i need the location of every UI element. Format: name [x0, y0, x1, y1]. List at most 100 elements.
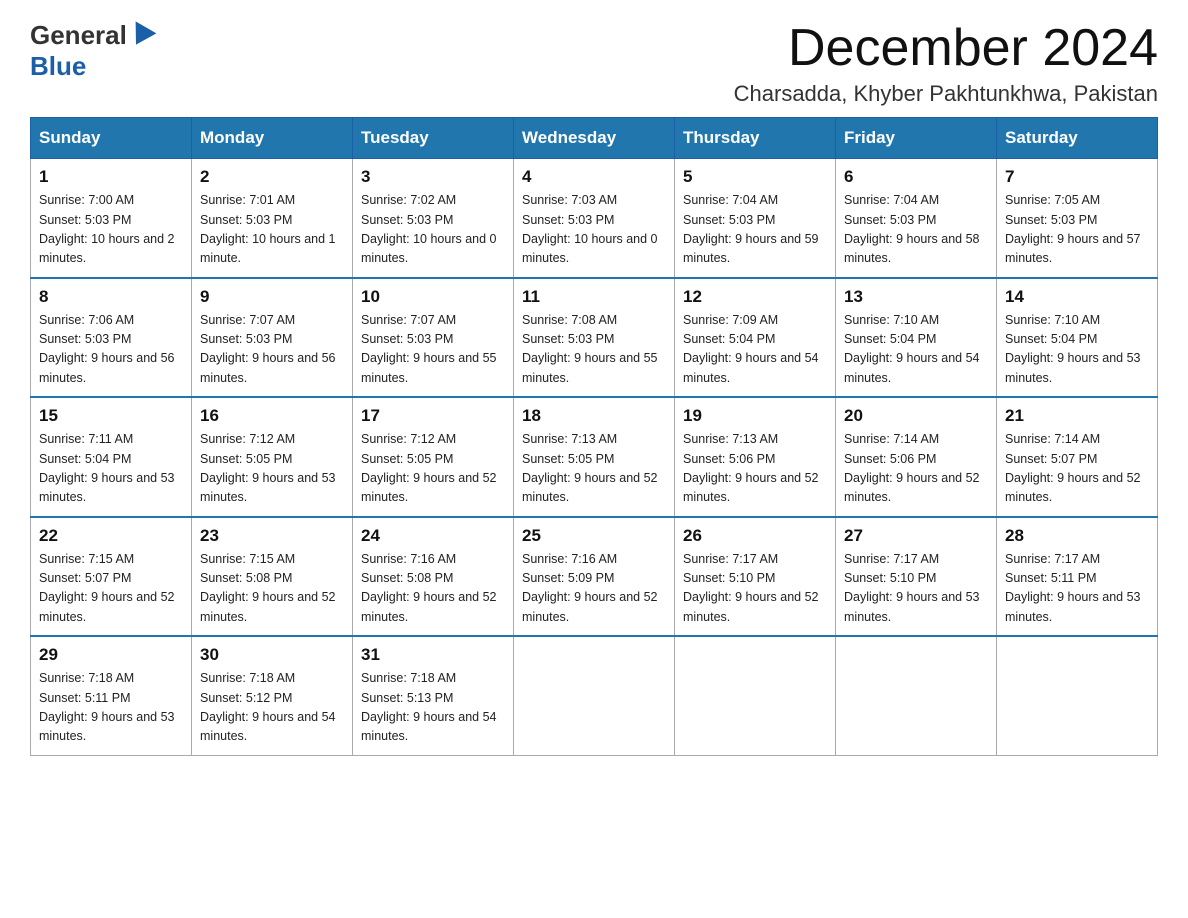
day-number: 27 — [844, 526, 988, 546]
calendar-cell: 18Sunrise: 7:13 AMSunset: 5:05 PMDayligh… — [514, 397, 675, 517]
calendar-week-row: 22 Sunrise: 7:15 AMSunset: 5:07 PMDayligh… — [31, 517, 1158, 637]
calendar-cell: 9 Sunrise: 7:07 AMSunset: 5:03 PMDaylight… — [192, 278, 353, 398]
day-info: Sunrise: 7:15 AMSunset: 5:07 PMDaylight:… — [39, 550, 183, 628]
calendar-cell: 8 Sunrise: 7:06 AMSunset: 5:03 PMDaylight… — [31, 278, 192, 398]
day-info: Sunrise: 7:02 AMSunset: 5:03 PMDaylight:… — [361, 191, 505, 269]
calendar-cell: 11 Sunrise: 7:08 AMSunset: 5:03 PMDayligh… — [514, 278, 675, 398]
calendar-cell: 14 Sunrise: 7:10 AMSunset: 5:04 PMDayligh… — [997, 278, 1158, 398]
calendar-cell: 10Sunrise: 7:07 AMSunset: 5:03 PMDayligh… — [353, 278, 514, 398]
calendar-week-row: 29Sunrise: 7:18 AMSunset: 5:11 PMDayligh… — [31, 636, 1158, 755]
calendar-week-row: 15 Sunrise: 7:11 AMSunset: 5:04 PMDayligh… — [31, 397, 1158, 517]
calendar-cell: 28 Sunrise: 7:17 AMSunset: 5:11 PMDayligh… — [997, 517, 1158, 637]
day-info: Sunrise: 7:10 AMSunset: 5:04 PMDaylight:… — [1005, 311, 1149, 389]
calendar-cell: 31Sunrise: 7:18 AMSunset: 5:13 PMDayligh… — [353, 636, 514, 755]
calendar-cell: 17 Sunrise: 7:12 AMSunset: 5:05 PMDayligh… — [353, 397, 514, 517]
day-number: 5 — [683, 167, 827, 187]
calendar-cell: 19 Sunrise: 7:13 AMSunset: 5:06 PMDayligh… — [675, 397, 836, 517]
day-info: Sunrise: 7:09 AMSunset: 5:04 PMDaylight:… — [683, 311, 827, 389]
month-title: December 2024 — [734, 20, 1158, 77]
day-number: 15 — [39, 406, 183, 426]
day-number: 14 — [1005, 287, 1149, 307]
day-info: Sunrise: 7:18 AMSunset: 5:11 PMDaylight:… — [39, 669, 183, 747]
day-number: 10 — [361, 287, 505, 307]
calendar-cell: 3 Sunrise: 7:02 AMSunset: 5:03 PMDaylight… — [353, 159, 514, 278]
day-info: Sunrise: 7:12 AMSunset: 5:05 PMDaylight:… — [361, 430, 505, 508]
calendar-header-sunday: Sunday — [31, 118, 192, 159]
calendar-cell: 12 Sunrise: 7:09 AMSunset: 5:04 PMDayligh… — [675, 278, 836, 398]
day-number: 7 — [1005, 167, 1149, 187]
day-number: 4 — [522, 167, 666, 187]
calendar-cell — [514, 636, 675, 755]
day-info: Sunrise: 7:15 AMSunset: 5:08 PMDaylight:… — [200, 550, 344, 628]
calendar-header-saturday: Saturday — [997, 118, 1158, 159]
day-number: 11 — [522, 287, 666, 307]
day-number: 30 — [200, 645, 344, 665]
calendar-cell — [836, 636, 997, 755]
day-info: Sunrise: 7:06 AMSunset: 5:03 PMDaylight:… — [39, 311, 183, 389]
calendar-header-row: SundayMondayTuesdayWednesdayThursdayFrid… — [31, 118, 1158, 159]
day-info: Sunrise: 7:01 AMSunset: 5:03 PMDaylight:… — [200, 191, 344, 269]
day-number: 31 — [361, 645, 505, 665]
day-info: Sunrise: 7:07 AMSunset: 5:03 PMDaylight:… — [200, 311, 344, 389]
day-number: 13 — [844, 287, 988, 307]
day-info: Sunrise: 7:12 AMSunset: 5:05 PMDaylight:… — [200, 430, 344, 508]
calendar-cell: 23 Sunrise: 7:15 AMSunset: 5:08 PMDayligh… — [192, 517, 353, 637]
day-number: 24 — [361, 526, 505, 546]
day-info: Sunrise: 7:16 AMSunset: 5:08 PMDaylight:… — [361, 550, 505, 628]
calendar-cell: 1Sunrise: 7:00 AMSunset: 5:03 PMDaylight… — [31, 159, 192, 278]
logo-blue-text: Blue — [30, 51, 86, 82]
calendar-cell: 5 Sunrise: 7:04 AMSunset: 5:03 PMDaylight… — [675, 159, 836, 278]
calendar-header-wednesday: Wednesday — [514, 118, 675, 159]
calendar-week-row: 1Sunrise: 7:00 AMSunset: 5:03 PMDaylight… — [31, 159, 1158, 278]
day-info: Sunrise: 7:04 AMSunset: 5:03 PMDaylight:… — [683, 191, 827, 269]
page-header: General Blue December 2024 Charsadda, Kh… — [30, 20, 1158, 107]
calendar-header-tuesday: Tuesday — [353, 118, 514, 159]
day-info: Sunrise: 7:17 AMSunset: 5:11 PMDaylight:… — [1005, 550, 1149, 628]
logo-triangle-icon — [125, 21, 156, 50]
day-info: Sunrise: 7:11 AMSunset: 5:04 PMDaylight:… — [39, 430, 183, 508]
calendar-cell: 2 Sunrise: 7:01 AMSunset: 5:03 PMDaylight… — [192, 159, 353, 278]
day-info: Sunrise: 7:03 AMSunset: 5:03 PMDaylight:… — [522, 191, 666, 269]
logo: General Blue — [30, 20, 155, 82]
calendar-week-row: 8 Sunrise: 7:06 AMSunset: 5:03 PMDaylight… — [31, 278, 1158, 398]
day-info: Sunrise: 7:13 AMSunset: 5:06 PMDaylight:… — [683, 430, 827, 508]
day-info: Sunrise: 7:17 AMSunset: 5:10 PMDaylight:… — [683, 550, 827, 628]
day-number: 9 — [200, 287, 344, 307]
day-number: 23 — [200, 526, 344, 546]
day-number: 17 — [361, 406, 505, 426]
day-number: 12 — [683, 287, 827, 307]
calendar-cell: 21Sunrise: 7:14 AMSunset: 5:07 PMDayligh… — [997, 397, 1158, 517]
day-number: 18 — [522, 406, 666, 426]
calendar-cell: 26Sunrise: 7:17 AMSunset: 5:10 PMDayligh… — [675, 517, 836, 637]
day-number: 21 — [1005, 406, 1149, 426]
calendar-header-friday: Friday — [836, 118, 997, 159]
day-number: 8 — [39, 287, 183, 307]
day-info: Sunrise: 7:10 AMSunset: 5:04 PMDaylight:… — [844, 311, 988, 389]
day-info: Sunrise: 7:18 AMSunset: 5:12 PMDaylight:… — [200, 669, 344, 747]
calendar-cell: 22 Sunrise: 7:15 AMSunset: 5:07 PMDayligh… — [31, 517, 192, 637]
day-info: Sunrise: 7:08 AMSunset: 5:03 PMDaylight:… — [522, 311, 666, 389]
title-block: December 2024 Charsadda, Khyber Pakhtunk… — [734, 20, 1158, 107]
calendar-header-thursday: Thursday — [675, 118, 836, 159]
day-info: Sunrise: 7:00 AMSunset: 5:03 PMDaylight:… — [39, 191, 183, 269]
day-number: 25 — [522, 526, 666, 546]
calendar-table: SundayMondayTuesdayWednesdayThursdayFrid… — [30, 117, 1158, 756]
day-number: 19 — [683, 406, 827, 426]
day-number: 20 — [844, 406, 988, 426]
calendar-cell: 6 Sunrise: 7:04 AMSunset: 5:03 PMDaylight… — [836, 159, 997, 278]
day-number: 28 — [1005, 526, 1149, 546]
calendar-cell: 4 Sunrise: 7:03 AMSunset: 5:03 PMDaylight… — [514, 159, 675, 278]
day-number: 3 — [361, 167, 505, 187]
location-title: Charsadda, Khyber Pakhtunkhwa, Pakistan — [734, 81, 1158, 107]
calendar-cell: 13 Sunrise: 7:10 AMSunset: 5:04 PMDayligh… — [836, 278, 997, 398]
calendar-cell: 7 Sunrise: 7:05 AMSunset: 5:03 PMDaylight… — [997, 159, 1158, 278]
calendar-cell: 27Sunrise: 7:17 AMSunset: 5:10 PMDayligh… — [836, 517, 997, 637]
day-info: Sunrise: 7:05 AMSunset: 5:03 PMDaylight:… — [1005, 191, 1149, 269]
day-info: Sunrise: 7:14 AMSunset: 5:06 PMDaylight:… — [844, 430, 988, 508]
day-info: Sunrise: 7:04 AMSunset: 5:03 PMDaylight:… — [844, 191, 988, 269]
day-number: 2 — [200, 167, 344, 187]
day-number: 22 — [39, 526, 183, 546]
calendar-cell — [675, 636, 836, 755]
calendar-cell: 24 Sunrise: 7:16 AMSunset: 5:08 PMDayligh… — [353, 517, 514, 637]
day-number: 6 — [844, 167, 988, 187]
